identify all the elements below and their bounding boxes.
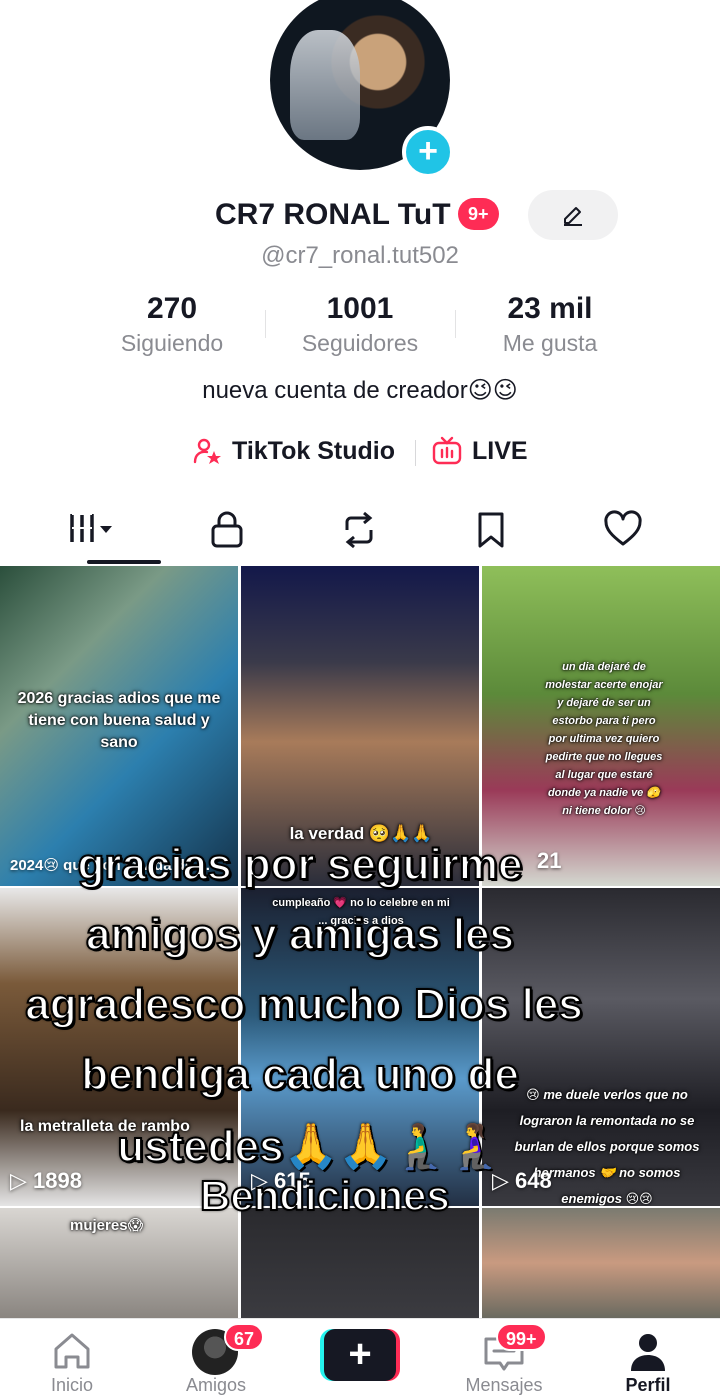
nav-profile[interactable]: Perfil	[576, 1319, 720, 1396]
stat-label: Siguiendo	[120, 330, 224, 356]
tab-videos[interactable]	[29, 498, 161, 564]
display-name: CR7 RONAL TuT	[215, 198, 451, 231]
video-caption: la metralleta de rambo	[20, 1118, 190, 1135]
profile-tabs	[0, 498, 720, 566]
video-thumbnail[interactable]: mujeres😱	[0, 1208, 238, 1318]
heart-icon	[604, 510, 642, 546]
bookmark-icon	[478, 512, 504, 548]
stat-value: 270	[146, 292, 198, 325]
nav-home[interactable]: Inicio	[0, 1319, 144, 1396]
video-thumbnail[interactable]: la metralleta de rambo ▷ 1898	[0, 888, 238, 1206]
stat-divider	[265, 310, 266, 338]
video-views: ▷ 1898	[10, 1168, 82, 1193]
video-views: ▷ 648	[492, 1168, 552, 1193]
nav-inbox[interactable]: 99+ Mensajes	[432, 1319, 576, 1396]
video-caption: la verdad 🥺🙏🙏	[289, 824, 433, 843]
nav-friends[interactable]: 67 Amigos	[144, 1319, 288, 1396]
repost-icon	[345, 511, 373, 549]
live-link[interactable]: LIVE	[432, 432, 542, 472]
create-button[interactable]: +	[320, 1329, 400, 1381]
views-count: 1898	[33, 1168, 82, 1193]
name-notification-badge[interactable]: 9+	[458, 198, 499, 230]
video-views: ▷ 615	[251, 1168, 311, 1193]
profile-name-row: CR7 RONAL TuT 9+	[0, 190, 720, 242]
tab-liked[interactable]	[557, 498, 689, 564]
stat-value: 23 mil	[507, 292, 593, 325]
bottom-nav: Inicio 67 Amigos + 99+ Mensajes Perfil	[0, 1318, 720, 1396]
studio-label: TikTok Studio	[232, 437, 395, 465]
nav-home-label: Inicio	[50, 1375, 94, 1395]
links-divider	[415, 440, 416, 466]
nav-profile-label: Perfil	[625, 1375, 671, 1395]
grid-icon	[70, 513, 112, 542]
lock-icon	[211, 511, 243, 548]
stat-followers[interactable]: 1001 Seguidores	[270, 292, 450, 357]
video-caption: mujeres😱	[70, 1217, 144, 1234]
active-tab-indicator	[87, 560, 161, 564]
profile-avatar-container[interactable]: +	[270, 0, 454, 178]
video-caption: un dia dejaré de molestar acerte enojar …	[545, 661, 663, 817]
profile-links: TikTok Studio LIVE	[0, 432, 720, 472]
nav-friends-label: Amigos	[185, 1375, 247, 1395]
person-icon	[631, 1334, 665, 1371]
pencil-icon	[564, 207, 582, 226]
profile-stats: 270 Siguiendo 1001 Seguidores 23 mil Me …	[0, 292, 720, 362]
video-thumbnail[interactable]	[482, 1208, 720, 1318]
video-thumbnail[interactable]: la verdad 🥺🙏🙏	[241, 566, 479, 886]
home-icon	[54, 1333, 90, 1369]
profile-bio: nueva cuenta de creador😉😉	[202, 377, 518, 404]
tab-private[interactable]	[161, 498, 293, 564]
tiktok-studio-link[interactable]: TikTok Studio	[192, 432, 407, 472]
stat-label: Seguidores	[301, 330, 419, 356]
stat-value: 1001	[326, 292, 394, 325]
stat-likes[interactable]: 23 mil Me gusta	[460, 292, 640, 357]
add-story-button[interactable]: +	[402, 126, 454, 178]
profile-handle: @cr7_ronal.tut502	[261, 242, 459, 269]
video-thumbnail[interactable]: 😢 me duele verlos que no lograron la rem…	[482, 888, 720, 1206]
video-views: 21	[537, 848, 562, 873]
views-count: 648	[515, 1168, 552, 1193]
stat-label: Me gusta	[502, 330, 598, 356]
inbox-badge: 99+	[496, 1323, 547, 1351]
plus-icon: +	[324, 1329, 396, 1381]
studio-person-icon	[193, 438, 221, 464]
tab-favorites[interactable]	[425, 498, 557, 564]
video-thumbnail[interactable]: cumpleaño 💗 no lo celebre en mi ... grac…	[241, 888, 479, 1206]
video-thumbnail[interactable]: un dia dejaré de molestar acerte enojar …	[482, 566, 720, 886]
video-views: 2024😢 qué con la vida de ...	[10, 857, 210, 874]
video-thumbnail[interactable]	[241, 1208, 479, 1318]
nav-inbox-label: Mensajes	[465, 1375, 543, 1395]
friends-badge: 67	[224, 1323, 265, 1351]
tab-reposts[interactable]	[293, 498, 425, 564]
live-label: LIVE	[472, 437, 528, 465]
video-grid: 2026 gracias adios que me tiene con buen…	[0, 566, 720, 1318]
stat-divider	[455, 310, 456, 338]
video-caption: 2026 gracias adios que me tiene con buen…	[17, 690, 221, 751]
stat-following[interactable]: 270 Siguiendo	[82, 292, 262, 357]
edit-profile-button[interactable]	[528, 190, 618, 240]
video-thumbnail[interactable]: 2026 gracias adios que me tiene con buen…	[0, 566, 238, 886]
nav-create[interactable]: +	[288, 1319, 432, 1396]
video-caption: cumpleaño 💗 no lo celebre en mi ... grac…	[272, 897, 450, 927]
views-count: 615	[274, 1168, 311, 1193]
live-tv-icon	[432, 436, 462, 465]
